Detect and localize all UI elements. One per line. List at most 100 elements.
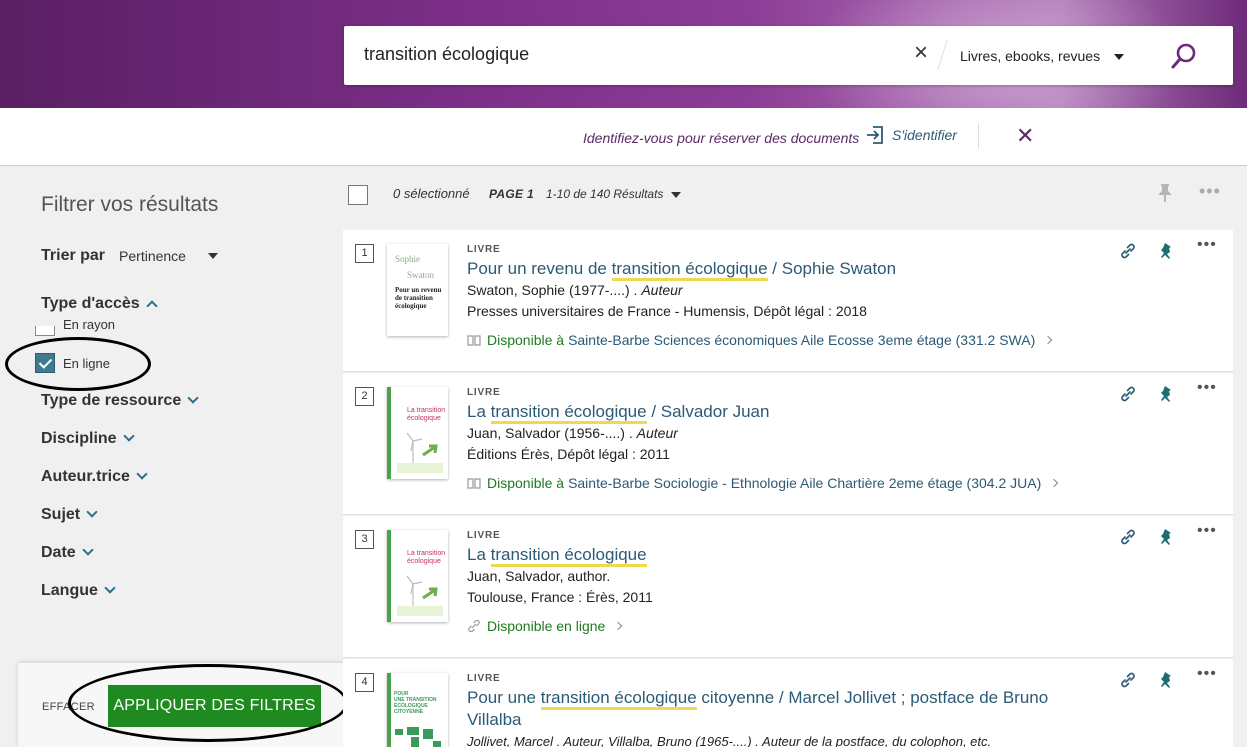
sort-control[interactable]: Trier par Pertinence: [41, 247, 218, 265]
result-number[interactable]: 4: [355, 673, 374, 692]
clear-search-icon[interactable]: ×: [910, 41, 932, 65]
sign-in-icon: [867, 126, 883, 144]
search-divider: [937, 40, 948, 70]
clear-filters-button[interactable]: EFFACER: [42, 701, 95, 713]
resource-type: LIVRE: [467, 387, 501, 398]
author-name: Juan, Salvador (1956-....) .: [467, 425, 637, 441]
facet-date[interactable]: Date: [41, 544, 94, 562]
cover-text: écologique: [407, 415, 441, 422]
chevron-right-icon: [1044, 335, 1053, 345]
facet-subject[interactable]: Sujet: [41, 506, 98, 524]
facet-discipline[interactable]: Discipline: [41, 430, 135, 448]
facet-resource-type[interactable]: Type de ressource: [41, 392, 199, 410]
chevron-down-icon: [136, 468, 148, 480]
pin-icon[interactable]: [1158, 183, 1172, 203]
result-item[interactable]: 1 Sophie Swaton Pour un revenu de transit…: [343, 230, 1233, 372]
pin-icon[interactable]: [1159, 671, 1173, 691]
title-part: / Salvador Juan: [646, 402, 770, 421]
book-icon: [467, 335, 481, 346]
book-icon: [467, 478, 481, 489]
chevron-down-icon: [86, 506, 98, 518]
result-publisher: Presses universitaires de France - Humen…: [467, 303, 867, 319]
cover-spine: [387, 387, 391, 479]
result-title[interactable]: Pour une transition écologique citoyenne…: [467, 687, 1107, 731]
search-bar[interactable]: transition écologique × Livres, ebooks, …: [344, 26, 1233, 85]
result-author: Juan, Salvador, author.: [467, 568, 611, 584]
title-part: Pour une: [467, 688, 541, 707]
login-banner: Identifiez-vous pour réserver des docume…: [0, 108, 1247, 166]
checkbox-online[interactable]: [35, 353, 55, 373]
result-number[interactable]: 2: [355, 387, 374, 406]
search-icon[interactable]: [1170, 42, 1198, 70]
results-count-dropdown[interactable]: 1-10 de 140 Résultats: [546, 187, 682, 201]
sign-in-link[interactable]: S'identifier: [866, 125, 957, 145]
more-options-icon[interactable]: •••: [1197, 379, 1217, 397]
link-icon: [468, 620, 480, 632]
availability-status: Disponible à: [487, 332, 565, 348]
search-scope-dropdown[interactable]: Livres, ebooks, revues: [960, 48, 1125, 64]
pin-icon[interactable]: [1159, 242, 1173, 262]
apply-filters-panel: EFFACER APPLIQUER DES FILTRES: [18, 663, 353, 747]
close-icon[interactable]: ✕: [1016, 125, 1034, 147]
more-options-icon[interactable]: •••: [1197, 665, 1217, 683]
facet-access-type-label: Type d'accès: [41, 295, 140, 312]
filter-title: Filtrer vos résultats: [41, 193, 219, 216]
online-availability-link[interactable]: Disponible en ligne: [467, 618, 623, 634]
more-options-icon[interactable]: •••: [1197, 236, 1217, 254]
book-cover[interactable]: Sophie Swaton Pour un revenu de transitio…: [387, 244, 448, 336]
more-options-icon[interactable]: •••: [1197, 522, 1217, 540]
filter-option-in-stock[interactable]: En rayon: [35, 317, 115, 338]
link-icon[interactable]: [1119, 242, 1137, 260]
cover-text: Swaton: [407, 270, 434, 280]
result-author: Swaton, Sophie (1977-....) . Auteur: [467, 282, 683, 298]
result-title[interactable]: Pour un revenu de transition écologique …: [467, 258, 1107, 281]
title-highlight: transition écologique: [540, 688, 697, 710]
resource-type: LIVRE: [467, 673, 501, 684]
link-icon[interactable]: [1119, 671, 1137, 689]
facet-author[interactable]: Auteur.trice: [41, 468, 148, 486]
chevron-down-icon: [104, 582, 116, 594]
link-icon[interactable]: [1119, 385, 1137, 403]
result-publisher: Toulouse, France : Érès, 2011: [467, 589, 653, 605]
availability-link[interactable]: Disponible à Sainte-Barbe Sciences écono…: [467, 332, 1053, 348]
availability-status: Disponible en ligne: [487, 618, 606, 634]
facet-language[interactable]: Langue: [41, 582, 116, 600]
apply-filters-button[interactable]: APPLIQUER DES FILTRES: [108, 685, 321, 727]
result-author: Juan, Salvador (1956-....) . Auteur: [467, 425, 678, 441]
result-item[interactable]: 4 POUR UNE TRANSITION ÉCOLOGIQUE CITOYENNE…: [343, 659, 1233, 747]
selected-count: 0 sélectionné: [393, 186, 470, 201]
result-number[interactable]: 1: [355, 244, 374, 263]
sort-value[interactable]: Pertinence: [119, 248, 186, 264]
sort-label: Trier par: [41, 247, 106, 264]
result-author: Jollivet, Marcel . Auteur, Villalba, Bru…: [467, 734, 992, 747]
select-all-checkbox[interactable]: [348, 185, 368, 205]
caret-down-icon: [671, 191, 682, 198]
caret-down-icon[interactable]: [207, 253, 218, 259]
results-count: 1-10 de 140 Résultats: [546, 187, 664, 201]
result-title[interactable]: La transition écologique: [467, 544, 1107, 567]
chevron-down-icon: [187, 392, 199, 404]
search-input[interactable]: transition écologique: [364, 44, 529, 65]
result-item[interactable]: 3 La transition écologique LIVRE La trans…: [343, 516, 1233, 658]
book-cover[interactable]: La transition écologique: [387, 530, 448, 622]
availability-link[interactable]: Disponible à Sainte-Barbe Sociologie - E…: [467, 475, 1059, 491]
cover-spine: [387, 530, 391, 622]
result-number[interactable]: 3: [355, 530, 374, 549]
title-highlight: transition écologique: [490, 402, 647, 424]
result-item[interactable]: 2 La transition écologique LIVRE La trans…: [343, 373, 1233, 515]
login-divider: [978, 123, 979, 149]
header-banner: transition écologique × Livres, ebooks, …: [0, 0, 1247, 108]
link-icon[interactable]: [1119, 528, 1137, 546]
filter-sidebar: Filtrer vos résultats Trier par Pertinen…: [0, 167, 353, 747]
availability-status: Disponible à: [487, 475, 565, 491]
more-options-icon[interactable]: •••: [1199, 181, 1221, 202]
pin-icon[interactable]: [1159, 385, 1173, 405]
facet-author-label: Auteur.trice: [41, 468, 130, 485]
facet-access-type[interactable]: Type d'accès: [41, 295, 158, 313]
filter-option-online[interactable]: En ligne: [35, 353, 110, 373]
book-cover[interactable]: La transition écologique: [387, 387, 448, 479]
checkbox-in-stock[interactable]: [35, 325, 55, 336]
book-cover[interactable]: POUR UNE TRANSITION ÉCOLOGIQUE CITOYENNE: [387, 673, 448, 747]
result-title[interactable]: La transition écologique / Salvador Juan: [467, 401, 1107, 424]
pin-icon[interactable]: [1159, 528, 1173, 548]
